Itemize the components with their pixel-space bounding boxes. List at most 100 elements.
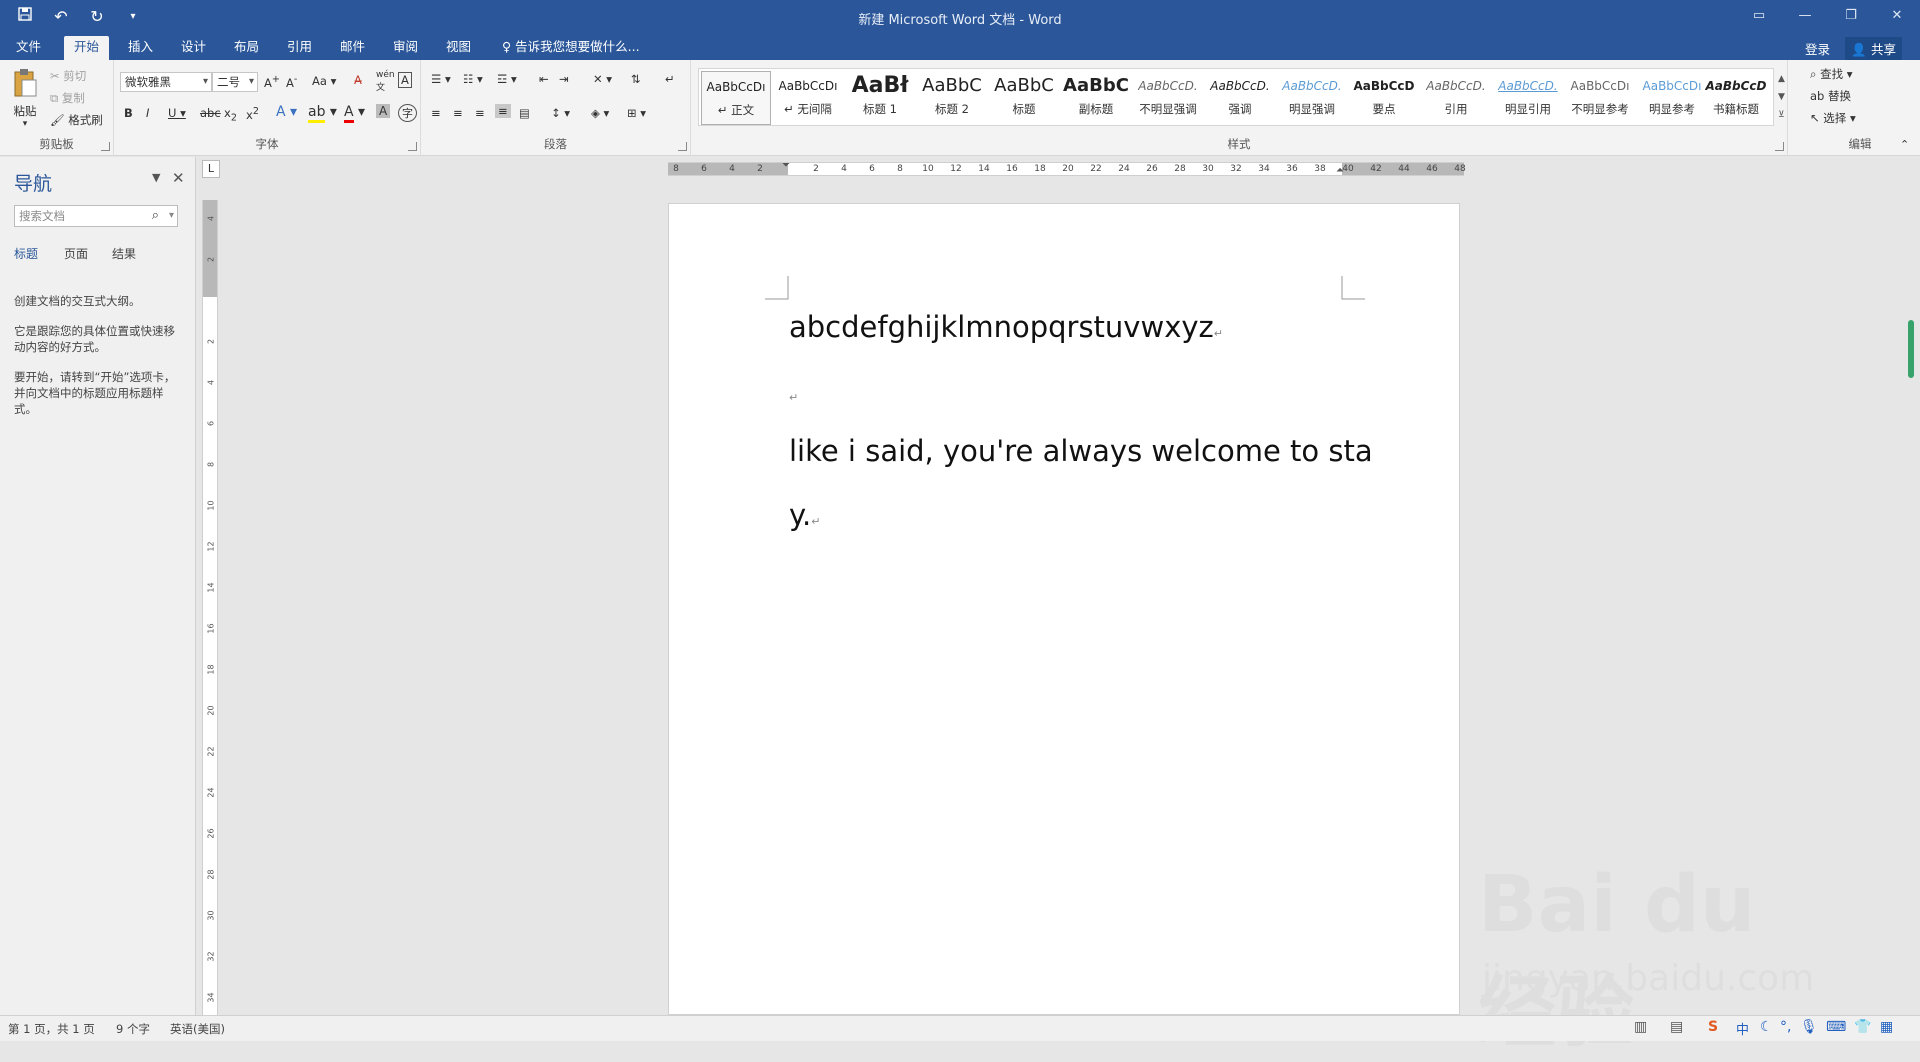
style-heading-1[interactable]: AaBł 标题 1 — [845, 71, 915, 125]
toolbox-icon[interactable]: ▦ — [1880, 1019, 1893, 1035]
highlight-icon[interactable]: ab ▾ — [308, 104, 337, 123]
nav-tab-pages[interactable]: 页面 — [64, 245, 88, 262]
nav-search-input[interactable]: 搜索文档 ⌕ ▾ — [14, 205, 178, 227]
multilevel-list-icon[interactable]: ☲ ▾ — [497, 72, 517, 86]
chinese-layout-icon[interactable]: ✕ ▾ — [593, 72, 612, 86]
punctuation-icon[interactable]: °, — [1780, 1019, 1791, 1035]
style-strong[interactable]: AaBbCcD 要点 — [1349, 71, 1419, 125]
style-subtle-reference[interactable]: AaBbCcDı 不明显参考 — [1565, 71, 1635, 125]
ime-logo-icon[interactable]: S — [1708, 1019, 1718, 1035]
nav-tab-headings[interactable]: 标题 — [14, 245, 38, 262]
numbering-icon[interactable]: ☷ ▾ — [463, 72, 483, 86]
dialog-launcher-icon[interactable]: . — [408, 142, 417, 151]
text-effects-icon[interactable]: A ▾ — [276, 104, 297, 120]
bold-icon[interactable]: B — [124, 106, 133, 120]
bullets-icon[interactable]: ☰ ▾ — [431, 72, 451, 86]
char-border-icon[interactable]: A — [398, 72, 412, 88]
doc-paragraph[interactable]: abcdefghijklmnopqrstuvwxyz↵ — [789, 310, 1223, 344]
style-title[interactable]: AaBbC 标题 — [989, 71, 1059, 125]
format-painter-button[interactable]: 🖌 格式刷 — [50, 112, 103, 128]
font-color-icon[interactable]: A ▾ — [344, 104, 365, 123]
horizontal-ruler[interactable]: 8 6 4 2 2 4 6 8 10 12 14 16 18 20 22 24 26 28 30 32 34 36 38 40… — [668, 160, 1466, 176]
keyboard-icon[interactable]: ⌨ — [1826, 1019, 1846, 1035]
doc-paragraph-empty[interactable]: ↵ — [789, 374, 798, 408]
phonetic-guide-icon[interactable]: wén 文 — [376, 70, 395, 93]
tab-selector[interactable]: L — [202, 160, 220, 178]
right-indent-icon[interactable]: ⏶ — [1336, 165, 1344, 176]
strikethrough-icon[interactable]: abc — [200, 106, 221, 120]
restore-icon[interactable]: ❐ — [1828, 0, 1874, 32]
style-quote[interactable]: AaBbCcD. 引用 — [1421, 71, 1491, 125]
tab-references[interactable]: 引用 — [277, 36, 322, 60]
show-marks-icon[interactable]: ↵ — [665, 72, 675, 86]
style-normal[interactable]: AaBbCcDı ↵ 正文 — [701, 71, 771, 125]
close-icon[interactable]: ✕ — [1874, 0, 1920, 32]
minimize-icon[interactable]: — — [1782, 0, 1828, 32]
search-icon[interactable]: ⌕ — [152, 206, 159, 226]
dialog-launcher-icon[interactable]: . — [101, 142, 110, 151]
change-case-button[interactable]: Aa ▾ — [312, 74, 336, 88]
read-mode-icon[interactable]: ▥ — [1634, 1019, 1647, 1035]
login-link[interactable]: 登录 — [1805, 39, 1830, 58]
style-intense-quote[interactable]: AaBbCcD. 明显引用 — [1493, 71, 1563, 125]
cut-button[interactable]: ✂ 剪切 — [50, 68, 86, 84]
tab-insert[interactable]: 插入 — [118, 36, 163, 60]
ime-chinese-icon[interactable]: 中 — [1736, 1019, 1749, 1038]
vertical-ruler[interactable]: 4 2 2 4 6 8 10 12 14 16 18 20 22 24 26 28 30 32 34 — [202, 200, 218, 1015]
shading-icon[interactable]: ◈ ▾ — [591, 106, 609, 120]
close-icon[interactable]: ✕ — [172, 169, 185, 187]
tab-design[interactable]: 设计 — [171, 36, 216, 60]
subscript-icon[interactable]: x2 — [224, 106, 237, 123]
style-subtitle[interactable]: AaBbC 副标题 — [1061, 71, 1131, 125]
document-page[interactable]: abcdefghijklmnopqrstuvwxyz↵ ↵ like i sai… — [668, 203, 1460, 1015]
style-book-title[interactable]: AaBbCcD 书籍标题 — [1705, 71, 1767, 125]
tab-mailings[interactable]: 邮件 — [330, 36, 375, 60]
page-count[interactable]: 第 1 页，共 1 页 — [8, 1021, 95, 1037]
paste-button[interactable]: 粘贴 ▾ — [10, 68, 40, 129]
replace-button[interactable]: ab 替换 — [1810, 88, 1851, 104]
italic-icon[interactable]: I — [146, 106, 149, 120]
increase-indent-icon[interactable]: ⇥ — [559, 72, 569, 86]
underline-icon[interactable]: U ▾ — [168, 106, 186, 120]
scrollbar-thumb[interactable] — [1908, 320, 1914, 378]
doc-paragraph[interactable]: y.↵ — [789, 498, 820, 532]
style-intense-reference[interactable]: AaBbCcDı 明显参考 — [1637, 71, 1707, 125]
tell-me-box[interactable]: ♀ 告诉我您想要做什么... — [492, 36, 650, 60]
font-size-select[interactable]: 二号 — [212, 72, 258, 92]
tab-view[interactable]: 视图 — [436, 36, 481, 60]
shrink-font-icon[interactable]: A- — [286, 74, 297, 90]
style-emphasis[interactable]: AaBbCcD. 强调 — [1205, 71, 1275, 125]
style-heading-2[interactable]: AaBbC 标题 2 — [917, 71, 987, 125]
dialog-launcher-icon[interactable]: . — [678, 142, 687, 151]
word-count[interactable]: 9 个字 — [116, 1021, 150, 1037]
style-no-spacing[interactable]: AaBbCcDı ↵ 无间隔 — [773, 71, 843, 125]
distributed-icon[interactable]: ▤ — [519, 106, 530, 120]
dialog-launcher-icon[interactable]: . — [1775, 142, 1784, 151]
char-shading-icon[interactable]: A — [376, 104, 391, 118]
clear-format-icon[interactable]: A̶ — [354, 73, 362, 87]
indent-marker-icon[interactable]: ⏷ — [782, 160, 790, 171]
ribbon-display-icon[interactable]: ▭ — [1736, 0, 1782, 32]
decrease-indent-icon[interactable]: ⇤ — [539, 72, 549, 86]
collapse-ribbon-icon[interactable]: ⌃ — [1900, 138, 1909, 151]
share-button[interactable]: 👤 共享 — [1845, 37, 1902, 60]
language-status[interactable]: 英语(美国) — [170, 1021, 225, 1037]
grow-font-icon[interactable]: A+ — [264, 74, 280, 90]
tab-home[interactable]: 开始 — [64, 36, 110, 60]
microphone-icon[interactable]: 🎙 — [1800, 1019, 1818, 1035]
select-button[interactable]: ↖ 选择 ▾ — [1810, 110, 1856, 126]
font-name-select[interactable]: 微软雅黑 — [120, 72, 212, 92]
tab-file[interactable]: 文件 — [6, 36, 51, 60]
gallery-scroll[interactable]: ▲ ▼ ⊻ — [1778, 70, 1785, 124]
justify-icon[interactable]: ≡ — [495, 104, 511, 118]
tab-review[interactable]: 审阅 — [383, 36, 428, 60]
find-button[interactable]: ⌕ 查找 ▾ — [1810, 66, 1853, 82]
copy-button[interactable]: ⧉ 复制 — [50, 90, 85, 106]
enclose-char-icon[interactable]: 字 — [398, 104, 417, 122]
style-intense-emphasis[interactable]: AaBbCcD. 明显强调 — [1277, 71, 1347, 125]
shirt-icon[interactable]: 👕 — [1854, 1019, 1871, 1035]
sort-icon[interactable]: ⇅ — [631, 72, 641, 86]
line-spacing-icon[interactable]: ↕ ▾ — [551, 106, 570, 120]
style-subtle-emphasis[interactable]: AaBbCcD. 不明显强调 — [1133, 71, 1203, 125]
superscript-icon[interactable]: x2 — [246, 106, 259, 122]
